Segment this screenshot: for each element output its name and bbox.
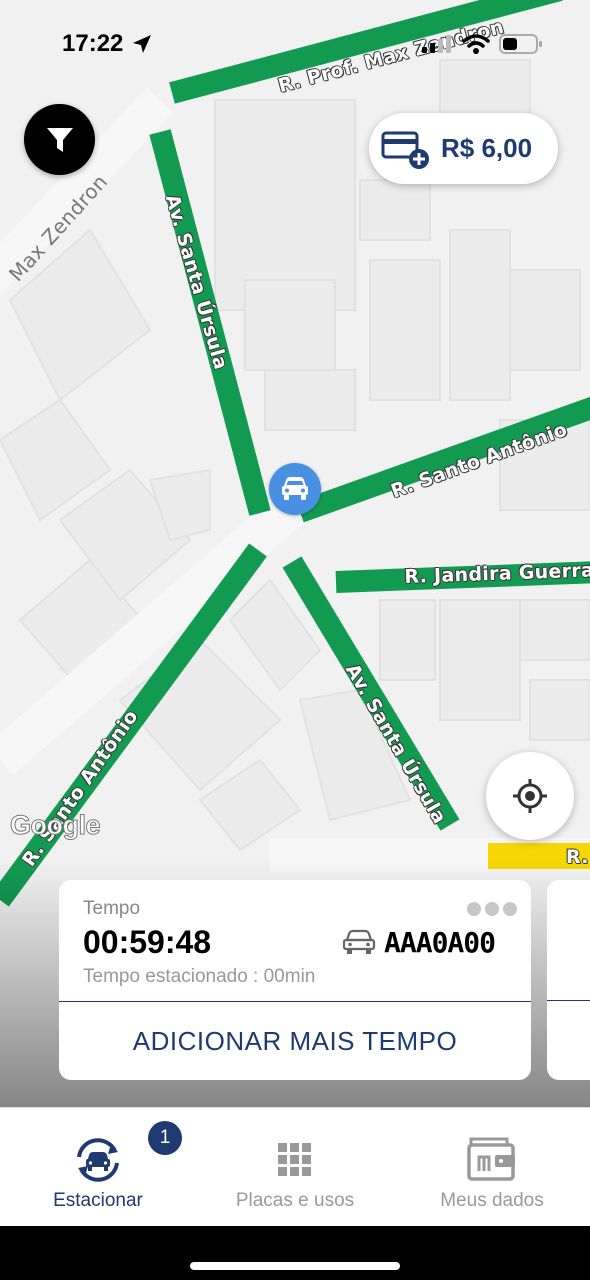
home-indicator[interactable] [190,1262,400,1270]
balance-value: R$ 6,00 [441,133,533,163]
battery-icon [499,34,542,54]
add-credit-card-icon [381,131,429,169]
status-time: 17:22 [62,30,124,57]
status-bar: 17:22 [0,0,590,90]
tab-meus-dados-label: Meus dados [440,1190,544,1211]
car-outline-icon [342,929,376,954]
tab-meus-dados[interactable]: Meus dados [394,1108,590,1227]
my-location-button[interactable] [486,752,574,840]
signal-icon [422,35,451,53]
google-logo: Google [10,810,102,841]
bottom-tab-bar: Estacionar 1 Placas e usos Meus dados [0,1107,590,1227]
filter-icon [46,127,73,152]
wallet-icon [467,1137,515,1181]
home-indicator-area [0,1226,590,1280]
balance-button[interactable]: R$ 6,00 [369,113,558,184]
filter-button[interactable] [24,104,95,175]
plate-number: AAA0A00 [384,926,496,959]
car-location-marker[interactable] [269,463,321,515]
tab-placas-label: Placas e usos [235,1190,355,1211]
vehicle-plate: AAA0A00 [342,926,496,959]
park-car-cycle-icon [77,1138,119,1182]
tab-placas-e-usos[interactable]: Placas e usos [197,1108,393,1227]
remaining-timer: 00:59:48 [83,924,212,960]
wifi-icon [462,34,490,54]
more-options-icon[interactable] [467,902,517,916]
tab-estacionar-label: Estacionar [53,1190,143,1211]
car-icon [282,477,308,500]
location-arrow-icon [133,35,151,53]
notification-badge: 1 [148,1121,182,1155]
parked-time: Tempo estacionado : 00min [83,966,316,987]
tab-estacionar[interactable]: Estacionar 1 [0,1108,196,1227]
next-card-peek[interactable] [547,880,590,1080]
add-more-time-button[interactable]: ADICIONAR MAIS TEMPO [59,1002,531,1080]
crosshair-icon [513,779,547,813]
time-label: Tempo [83,898,141,919]
parking-session-card: Tempo 00:59:48 AAA0A00 Tempo estacionado… [59,880,531,1080]
grid-icon [278,1143,311,1176]
